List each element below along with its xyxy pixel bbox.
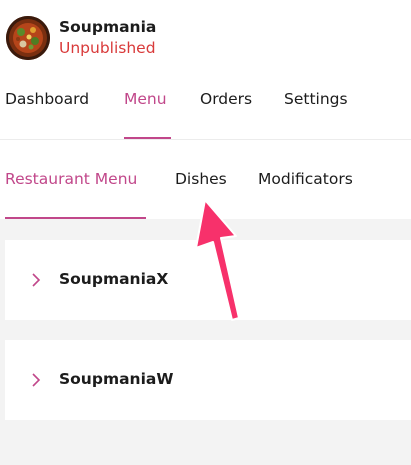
chevron-right-icon[interactable]: [29, 272, 43, 288]
chevron-right-icon[interactable]: [29, 372, 43, 388]
soup-bowl-icon: [6, 16, 50, 60]
tab-modificators[interactable]: Modificators: [258, 170, 353, 219]
restaurant-name: Soupmania: [59, 18, 157, 36]
menu-item-soupmaniaw[interactable]: SoupmaniaW: [5, 340, 411, 420]
app-page: Soupmania Unpublished Dashboard Menu Ord…: [0, 0, 411, 465]
menu-item-name: SoupmaniaX: [59, 270, 169, 288]
tab-restaurant-menu[interactable]: Restaurant Menu: [5, 170, 146, 219]
menu-item-soupmaniax[interactable]: SoupmaniaX: [5, 240, 411, 320]
tab-dishes[interactable]: Dishes: [175, 170, 227, 219]
main-nav: Dashboard Menu Orders Settings: [0, 76, 411, 140]
restaurant-avatar[interactable]: [6, 16, 50, 60]
tab-settings[interactable]: Settings: [284, 90, 348, 138]
menu-list: SoupmaniaX SoupmaniaW: [0, 219, 411, 465]
restaurant-header: Soupmania Unpublished: [0, 0, 411, 76]
publish-status: Unpublished: [59, 39, 156, 57]
tab-dashboard[interactable]: Dashboard: [5, 90, 89, 138]
tab-orders[interactable]: Orders: [200, 90, 252, 138]
menu-item-name: SoupmaniaW: [59, 370, 174, 388]
tab-menu[interactable]: Menu: [124, 90, 171, 139]
menu-sub-nav: Restaurant Menu Dishes Modificators: [0, 140, 411, 219]
